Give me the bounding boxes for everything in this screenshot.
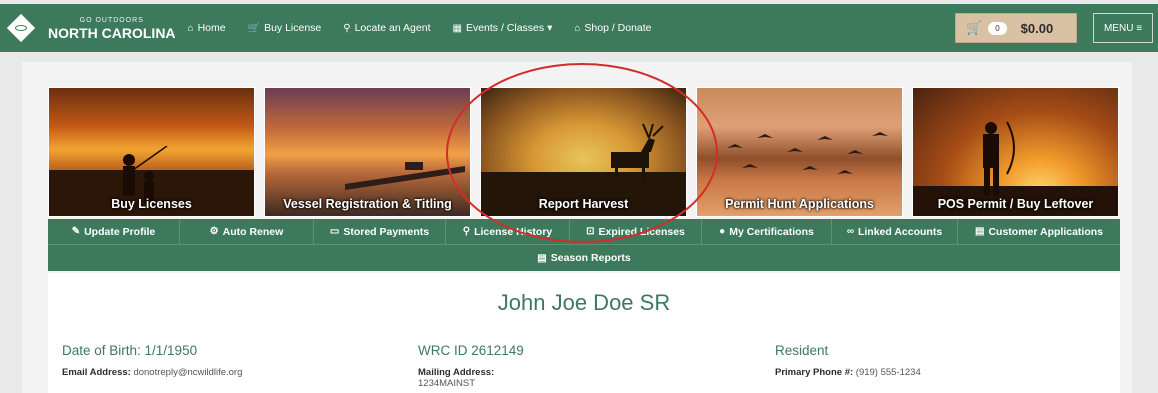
wrc-id: WRC ID 2612149 xyxy=(418,343,524,358)
link-icon: ∞ xyxy=(846,226,854,237)
credit-card-icon: ▭ xyxy=(329,226,340,237)
birds-flock-icon xyxy=(727,132,888,174)
customer-name: John Joe Doe SR xyxy=(497,290,671,315)
gear-icon: ⚙ xyxy=(209,226,219,237)
nav-shop-donate[interactable]: ⌂ Shop / Donate xyxy=(574,22,651,34)
subnav-customer-applications[interactable]: ▤ Customer Applications xyxy=(958,219,1120,244)
nav-locate-agent[interactable]: ⚲ Locate an Agent xyxy=(343,22,430,34)
annotation-circle xyxy=(446,63,718,243)
logo-title: NORTH CAROLINA xyxy=(48,24,176,41)
subnav-auto-renew[interactable]: ⚙ Auto Renew xyxy=(180,219,314,244)
cart-icon: 🛒 xyxy=(966,20,983,35)
logo-diamond-icon xyxy=(6,13,36,43)
nav-events-classes[interactable]: ▦ Events / Classes ▾ xyxy=(453,22,553,34)
document-icon: ▤ xyxy=(975,226,985,237)
map-pin-icon: ⚲ xyxy=(343,22,351,34)
top-navbar: GO OUTDOORS NORTH CAROLINA ⌂ Home 🛒 Buy … xyxy=(0,4,1158,52)
cart-total: $0.00 xyxy=(1020,20,1054,36)
email-label: Email Address: xyxy=(62,367,131,378)
hunter-silhouette-icon xyxy=(983,121,1015,196)
profile-summary: John Joe Doe SR Date of Birth: 1/1/1950 … xyxy=(48,273,1120,393)
email-value: donotreply@ncwildlife.org xyxy=(133,367,243,378)
nav-home[interactable]: ⌂ Home xyxy=(188,22,226,34)
subnav-stored-payments[interactable]: ▭ Stored Payments xyxy=(314,219,446,244)
file-icon: ▤ xyxy=(537,252,547,264)
main-nav: ⌂ Home 🛒 Buy License ⚲ Locate an Agent ▦… xyxy=(188,22,674,34)
nav-home-label: Home xyxy=(197,22,226,34)
home-icon: ⌂ xyxy=(187,22,194,34)
tile-permit-hunt-applications[interactable]: Permit Hunt Applications xyxy=(696,87,903,217)
tile-pos-permit-label: POS Permit / Buy Leftover xyxy=(937,197,1094,211)
cart-count-badge: 0 xyxy=(988,21,1007,35)
logo-tagline: GO OUTDOORS xyxy=(79,16,144,24)
profile-col-middle: WRC ID 2612149 Mailing Address: 1234MAIN… xyxy=(418,343,524,389)
nav-buy-license[interactable]: 🛒 Buy License xyxy=(248,22,322,34)
subnav-update-profile[interactable]: ✎ Update Profile xyxy=(48,219,180,244)
tile-vessel-registration[interactable]: Vessel Registration & Titling xyxy=(264,87,471,217)
tile-pos-permit[interactable]: POS Permit / Buy Leftover xyxy=(912,87,1119,217)
store-icon: ⌂ xyxy=(574,22,581,34)
profile-col-left: Date of Birth: 1/1/1950 Email Address: d… xyxy=(62,343,242,378)
edit-icon: ✎ xyxy=(71,226,81,237)
nav-locate-agent-label: Locate an Agent xyxy=(354,22,431,34)
subnav-my-certifications[interactable]: ● My Certifications xyxy=(702,219,832,244)
menu-button[interactable]: MENU ≡ xyxy=(1093,13,1153,43)
tile-buy-licenses[interactable]: Buy Licenses xyxy=(48,87,255,217)
tile-permit-hunt-applications-label: Permit Hunt Applications xyxy=(725,197,874,211)
nav-shop-donate-label: Shop / Donate xyxy=(584,22,652,34)
profile-col-right: Resident Primary Phone #: (919) 555-1234 xyxy=(775,343,921,378)
site-logo[interactable]: GO OUTDOORS NORTH CAROLINA xyxy=(6,13,176,43)
nav-events-classes-label: Events / Classes ▾ xyxy=(465,22,553,34)
date-of-birth: Date of Birth: 1/1/1950 xyxy=(62,343,198,358)
subnav-linked-accounts[interactable]: ∞ Linked Accounts xyxy=(832,219,958,244)
cart-button[interactable]: 🛒 0 $0.00 xyxy=(955,13,1077,43)
search-icon: ⚲ xyxy=(462,226,471,237)
residency-status: Resident xyxy=(775,343,829,358)
calendar-icon: ▦ xyxy=(452,22,462,34)
tile-vessel-registration-label: Vessel Registration & Titling xyxy=(283,197,452,211)
nav-buy-license-label: Buy License xyxy=(264,22,322,34)
certificate-icon: ● xyxy=(719,226,726,237)
mailing-address-value: 1234MAINST xyxy=(418,378,476,389)
mailing-address-label: Mailing Address: xyxy=(418,367,495,378)
cart-icon: 🛒 xyxy=(247,22,261,34)
subnav-season-reports[interactable]: ▤ Season Reports xyxy=(537,252,630,264)
phone-label: Primary Phone #: xyxy=(775,367,854,378)
tile-buy-licenses-label: Buy Licenses xyxy=(111,197,192,211)
phone-value: (919) 555-1234 xyxy=(855,367,921,378)
